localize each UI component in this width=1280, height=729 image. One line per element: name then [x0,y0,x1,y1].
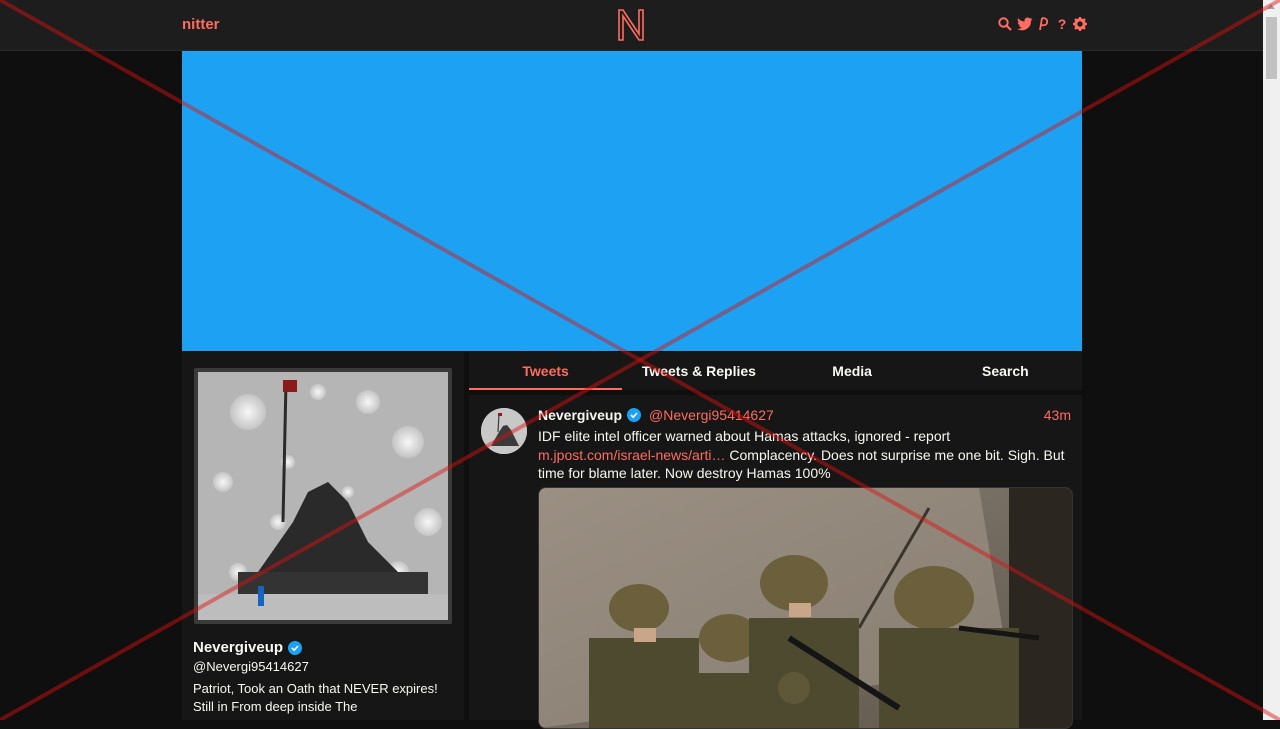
gear-icon[interactable] [1073,16,1087,32]
tab-search[interactable]: Search [929,352,1082,390]
page-scrollbar[interactable] [1263,0,1280,720]
nav-icons: ? [998,16,1087,32]
profile-banner[interactable] [182,51,1082,351]
tweet-author-name[interactable]: Nevergiveup [538,407,622,423]
scroll-up-arrow-icon[interactable] [1267,4,1275,9]
timeline: Nevergiveup @Nevergi95414627 43m IDF eli… [469,395,1082,729]
scrollbar-thumb[interactable] [1266,17,1277,79]
profile-name-row: Nevergiveup [193,639,303,656]
tab-tweets-replies[interactable]: Tweets & Replies [622,352,775,390]
profile-name[interactable]: Nevergiveup [193,639,283,656]
tweet-header: Nevergiveup @Nevergi95414627 [538,407,774,423]
profile-tabs: Tweets Tweets & Replies Media Search [469,352,1082,390]
help-icon[interactable]: ? [1055,16,1069,32]
profile-bio: Patriot, Took an Oath that NEVER expires… [193,681,438,714]
verified-badge-icon [627,408,642,422]
tweet-author-handle[interactable]: @Nevergi95414627 [649,407,774,423]
twitter-bird-icon[interactable] [1016,16,1033,32]
tweet-text-line1: IDF elite intel officer warned about Ham… [538,428,951,444]
nitter-home-link[interactable]: nitter [182,16,220,33]
tweet-media-image[interactable] [538,487,1073,729]
tweet-text: IDF elite intel officer warned about Ham… [538,427,1073,483]
tab-media[interactable]: Media [776,352,929,390]
tab-tweets[interactable]: Tweets [469,352,623,390]
verified-badge-icon [288,640,303,655]
nitter-logo-icon[interactable] [617,8,645,47]
top-navbar: nitter ? [0,0,1263,51]
rss-icon[interactable] [1037,16,1051,32]
search-icon[interactable] [998,16,1012,32]
tweet-timestamp[interactable]: 43m [1044,407,1071,423]
profile-avatar[interactable] [194,368,452,624]
tweet-link[interactable]: m.jpost.com/israel-news/arti… [538,447,726,463]
profile-card: Nevergiveup @Nevergi95414627 Patriot, To… [182,352,464,720]
tweet-avatar[interactable] [481,408,527,454]
profile-handle[interactable]: @Nevergi95414627 [193,659,309,674]
